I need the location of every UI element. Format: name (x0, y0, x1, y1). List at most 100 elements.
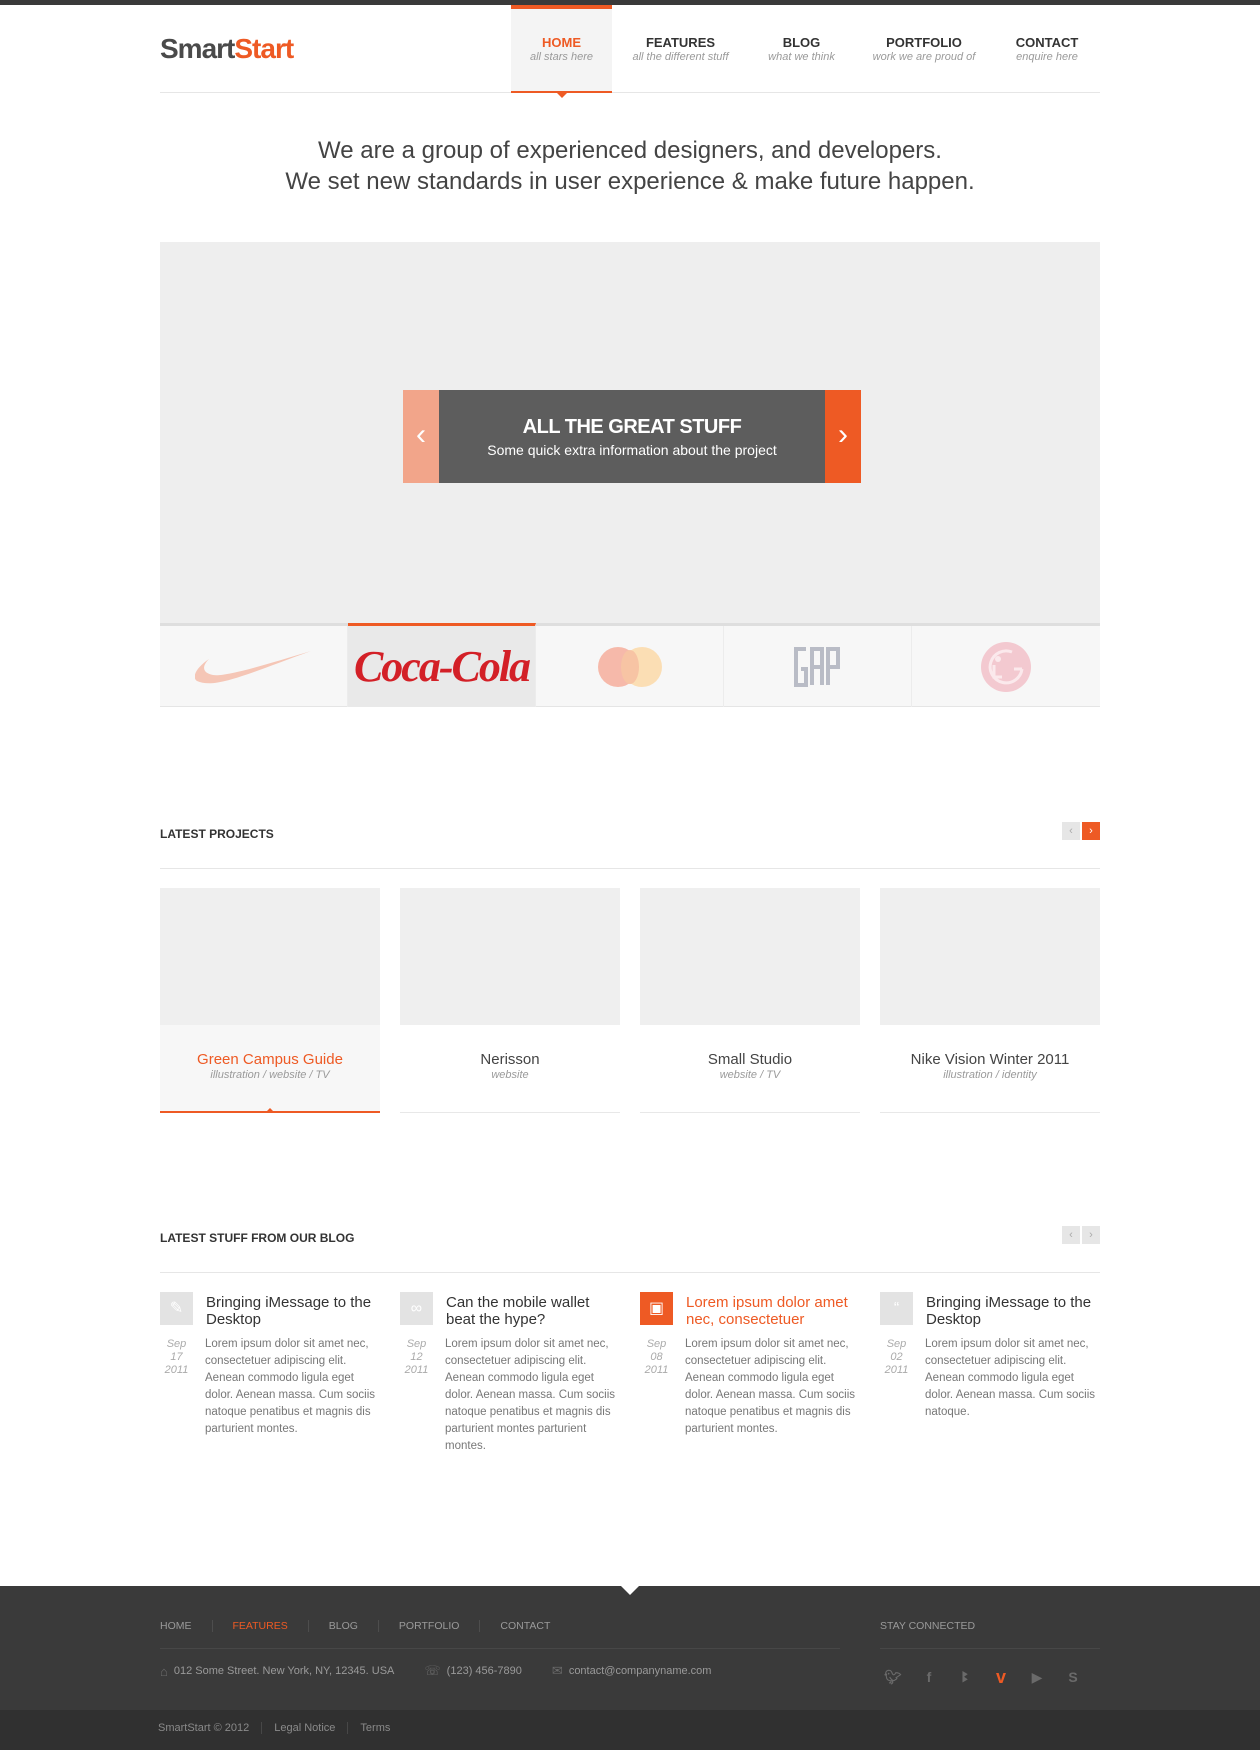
footer-nav-portfolio[interactable]: PORTFOLIO (377, 1620, 479, 1632)
gap-logo[interactable] (724, 626, 912, 707)
nike-logo[interactable] (160, 626, 348, 707)
lg-logo[interactable] (912, 626, 1100, 707)
blog-post: “ Bringing iMessage to the Desktop Sep 0… (880, 1292, 1100, 1467)
blog-next-button[interactable]: › (1082, 1226, 1100, 1244)
slider-caption-title: ALL THE GREAT STUFF (522, 416, 742, 438)
blog-post-title[interactable]: Bringing iMessage to the Desktop (206, 1294, 382, 1328)
pencil-icon: ✎ (160, 1292, 193, 1325)
nav-home[interactable]: HOME all stars here (511, 5, 612, 98)
skype-icon[interactable]: S (1062, 1668, 1084, 1686)
project-tags: website (491, 1069, 529, 1081)
nav-contact-title: CONTACT (1015, 35, 1079, 50)
blog-post-title[interactable]: Bringing iMessage to the Desktop (926, 1294, 1102, 1328)
address: ⌂ 012 Some Street. New York, NY, 12345. U… (160, 1663, 394, 1679)
hero-line-1: We are a group of experienced designers,… (318, 137, 942, 164)
projects-header: LATEST PROJECTS ‹ › (160, 822, 1100, 869)
nav-features-title: FEATURES (645, 35, 716, 50)
footer-divider (160, 1648, 840, 1649)
projects-heading: LATEST PROJECTS (160, 827, 274, 841)
project-title: Nike Vision Winter 2011 (910, 1051, 1070, 1068)
coca-cola-logo[interactable]: Coca-Cola (348, 623, 536, 707)
link-icon: ∞ (400, 1292, 433, 1325)
youtube-icon[interactable]: ▶ (1026, 1668, 1048, 1686)
phone-icon: ☏ (424, 1663, 441, 1678)
blog-post-date: Sep 17 2011 (160, 1338, 193, 1377)
sub-footer: SmartStart © 2012 Legal Notice Terms (0, 1710, 1260, 1750)
hero-tagline: We are a group of experienced designers,… (160, 135, 1100, 197)
project-card[interactable]: Green Campus Guide illustration / websit… (160, 888, 380, 1113)
twitter-icon[interactable]: 🐦︎ (882, 1668, 904, 1686)
blog-prev-button[interactable]: ‹ (1062, 1226, 1080, 1244)
quote-icon: “ (880, 1292, 913, 1325)
footer-nav-blog[interactable]: BLOG (307, 1620, 378, 1632)
projects-prev-button[interactable]: ‹ (1062, 822, 1080, 840)
nav-portfolio[interactable]: PORTFOLIO work we are proud of (854, 5, 994, 93)
nav-blog[interactable]: BLOG what we think (749, 5, 854, 93)
blog-post-date: Sep 08 2011 (640, 1338, 673, 1377)
blog-post-date: Sep 12 2011 (400, 1338, 433, 1377)
vimeo-icon[interactable]: v (990, 1667, 1012, 1687)
project-card[interactable]: Nike Vision Winter 2011 illustration / i… (880, 888, 1100, 1113)
project-card[interactable]: Small Studio website / TV (640, 888, 860, 1113)
blog-post-date: Sep 02 2011 (880, 1338, 913, 1377)
blog-post-date-md: Sep 12 (406, 1338, 427, 1363)
project-card[interactable]: Nerisson website (400, 888, 620, 1113)
blog-post-title[interactable]: Can the mobile wallet beat the hype? (446, 1294, 622, 1328)
main-nav: HOME all stars here FEATURES all the dif… (511, 5, 1100, 98)
blog-post-date-year: 2011 (164, 1364, 189, 1376)
project-thumbnail (400, 888, 620, 1025)
blog-post-date-md: Sep 08 (646, 1338, 667, 1363)
nav-contact-sub: enquire here (1016, 51, 1078, 63)
copyright: SmartStart © 2012 (158, 1722, 250, 1734)
blog-post-excerpt: Lorem ipsum dolor sit amet nec, consecte… (685, 1338, 856, 1435)
blog-post: ∞ Can the mobile wallet beat the hype? S… (400, 1292, 620, 1467)
project-title: Green Campus Guide (197, 1051, 343, 1068)
nav-home-title: HOME (542, 35, 581, 50)
logo-part-2: Start (234, 33, 294, 64)
facebook-icon[interactable]: f (918, 1668, 940, 1686)
blog-post-date-md: Sep 02 (886, 1338, 907, 1363)
mail-icon: ✉ (551, 1663, 563, 1678)
project-tags: illustration / website / TV (210, 1069, 330, 1081)
terms-link[interactable]: Terms (347, 1722, 402, 1734)
project-thumbnail (880, 888, 1100, 1025)
footer-nav-features[interactable]: FEATURES (211, 1620, 308, 1632)
projects-next-button[interactable]: › (1082, 822, 1100, 840)
blog-post-excerpt: Lorem ipsum dolor sit amet nec, consecte… (205, 1338, 376, 1435)
slider-prev-button[interactable]: ‹ (403, 390, 439, 483)
mastercard-logo[interactable] (536, 626, 724, 707)
footer-divider (880, 1648, 1100, 1649)
sub-footer-links: SmartStart © 2012 Legal Notice Terms (158, 1722, 402, 1734)
footer-nav-contact[interactable]: CONTACT (479, 1620, 570, 1632)
footer-nav-home[interactable]: HOME (160, 1620, 212, 1632)
blog-post: ✎ Bringing iMessage to the Desktop Sep 1… (160, 1292, 380, 1467)
hero-slider: ‹ ALL THE GREAT STUFF Some quick extra i… (160, 242, 1100, 626)
home-icon: ⌂ (160, 1663, 168, 1679)
blog-post: ▣ Lorem ipsum dolor amet nec, consectetu… (640, 1292, 860, 1467)
slider-caption-subtitle: Some quick extra information about the p… (487, 442, 777, 458)
logo[interactable]: SmartStart (160, 33, 294, 65)
myspace-icon[interactable]: ꔪ (954, 1668, 976, 1686)
project-title: Nerisson (480, 1051, 540, 1068)
legal-notice-link[interactable]: Legal Notice (261, 1722, 347, 1734)
phone-text: (123) 456-7890 (446, 1665, 522, 1677)
social-links: 🐦︎ f ꔪ v ▶ S (882, 1667, 1084, 1687)
hero-line-2: We set new standards in user experience … (285, 168, 975, 195)
blog-post-excerpt: Lorem ipsum dolor sit amet nec, consecte… (445, 1338, 616, 1452)
blog-heading: LATEST STUFF FROM OUR BLOG (160, 1231, 355, 1245)
nav-features[interactable]: FEATURES all the different stuff (612, 5, 749, 93)
project-thumbnail (160, 888, 380, 1025)
client-logos: Coca-Cola (160, 623, 1100, 707)
project-thumbnail (640, 888, 860, 1025)
nav-contact[interactable]: CONTACT enquire here (994, 5, 1100, 93)
project-tags: website / TV (719, 1069, 781, 1081)
nav-blog-title: BLOG (782, 35, 821, 50)
nav-features-sub: all the different stuff (632, 51, 729, 63)
blog-post-title[interactable]: Lorem ipsum dolor amet nec, consectetuer (686, 1294, 862, 1328)
blog-header: LATEST STUFF FROM OUR BLOG ‹ › (160, 1226, 1100, 1273)
slider-next-button[interactable]: › (825, 390, 861, 483)
nav-home-sub: all stars here (530, 51, 593, 63)
blog-posts: ✎ Bringing iMessage to the Desktop Sep 1… (160, 1292, 1100, 1467)
logo-part-1: Smart (160, 33, 235, 64)
email[interactable]: ✉ contact@companyname.com (552, 1663, 712, 1679)
